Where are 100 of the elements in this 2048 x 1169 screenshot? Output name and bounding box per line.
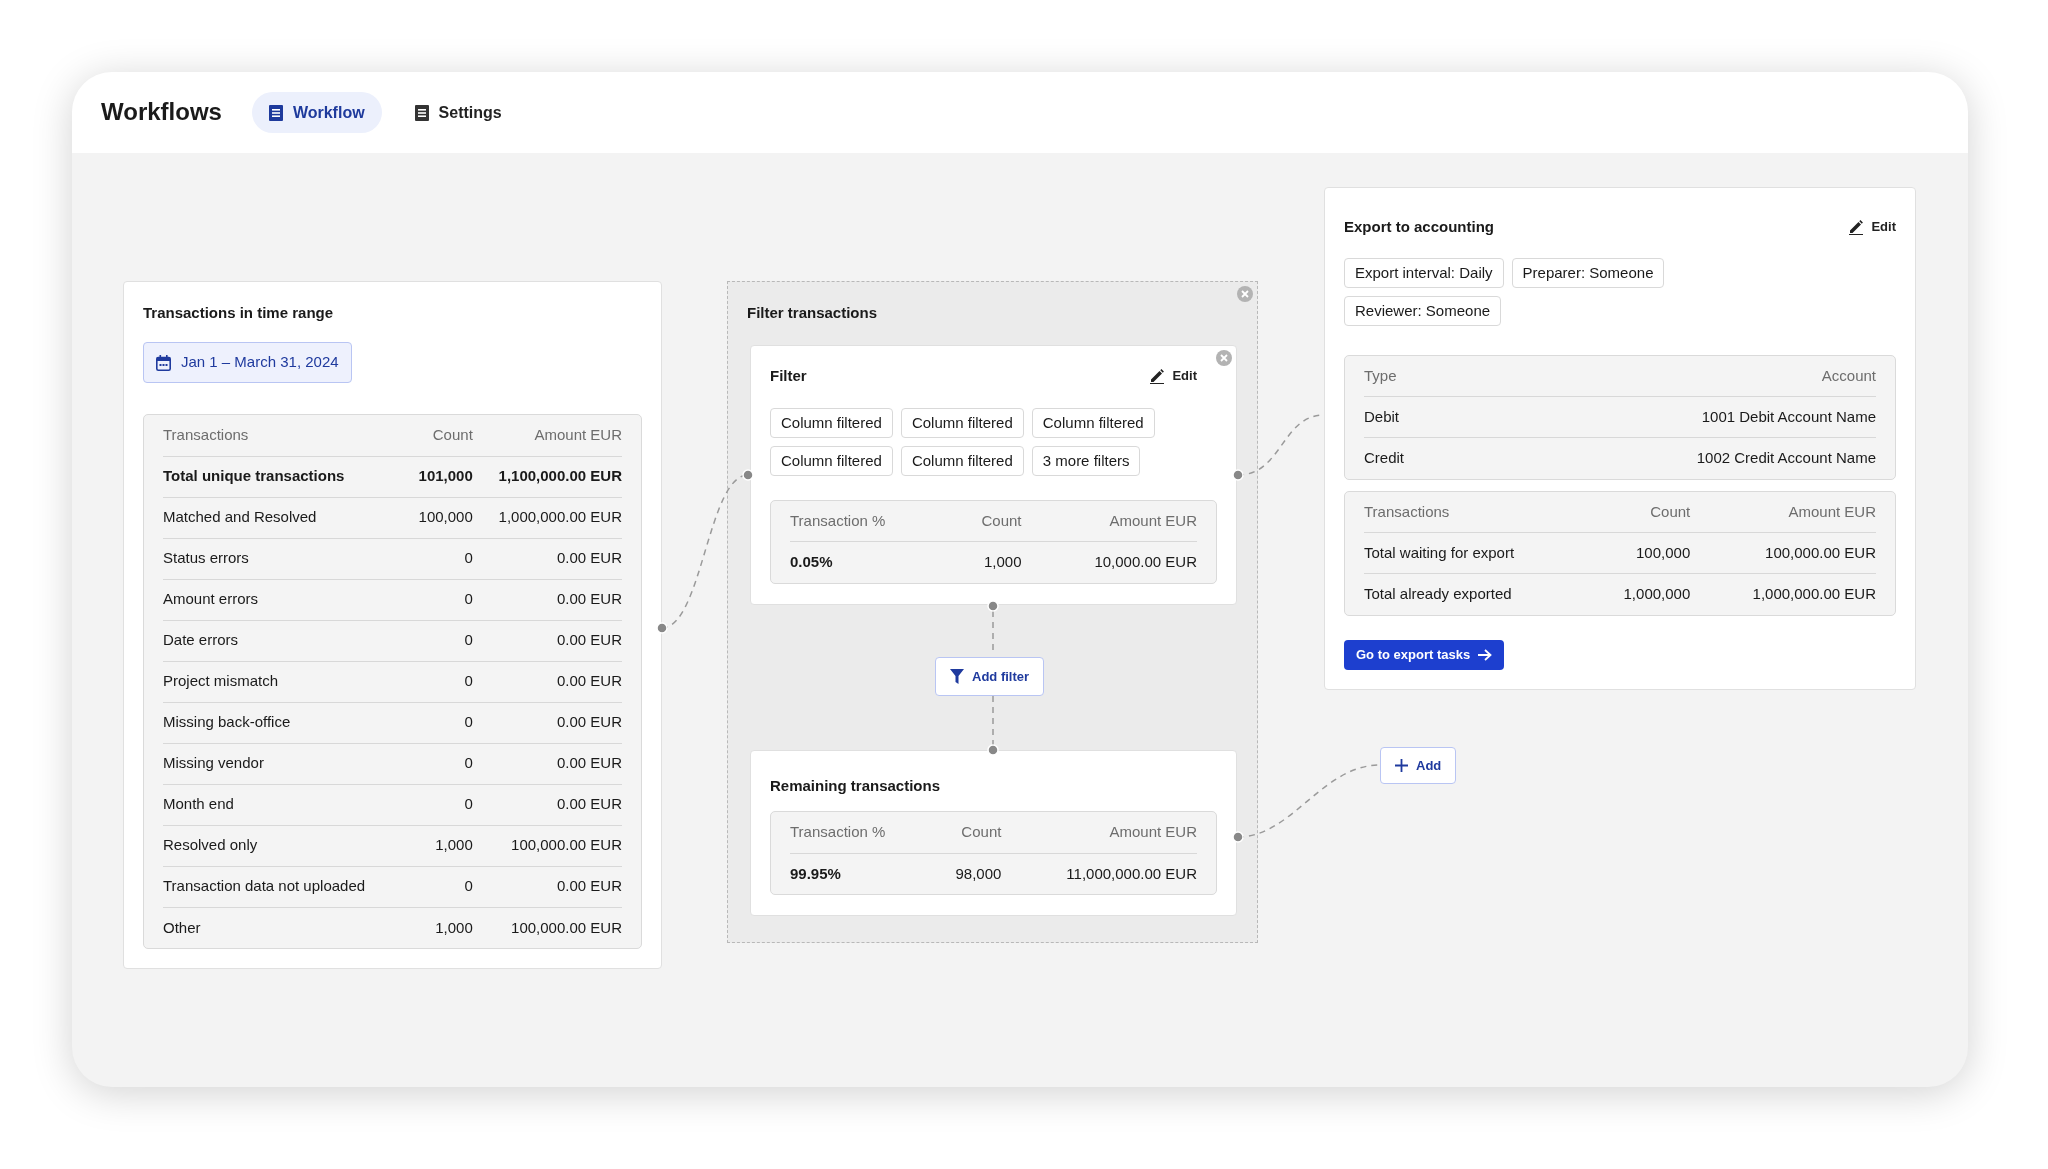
table-cell: 1,000 (953, 541, 1022, 583)
document-icon (268, 104, 283, 121)
table-cell: Missing back-office (163, 702, 408, 743)
card-title: Remaining transactions (770, 777, 942, 795)
table-cell: 0.00 EUR (472, 661, 622, 702)
table-cell: Debit (1364, 396, 1458, 438)
table-cell: 0 (407, 538, 473, 579)
table-cell: Matched and Resolved (163, 497, 408, 538)
table-cell: Status errors (163, 538, 408, 579)
pencil-icon (1848, 218, 1865, 235)
table-cell: 100,000.00 EUR (1690, 532, 1876, 574)
export-tasks-button[interactable]: Go to export tasks (1344, 639, 1505, 670)
table-cell: Month end (163, 784, 408, 825)
table-cell: Amount errors (163, 579, 408, 620)
table-cell: Transaction data not uploaded (163, 866, 408, 907)
filter-tag: Column filtered (770, 407, 893, 438)
filter-tag: Column filtered (900, 445, 1024, 476)
table-cell: 1001 Debit Account Name (1457, 396, 1876, 438)
filter-tag: Preparer: Someone (1511, 257, 1665, 288)
column-header: Count (953, 500, 1022, 542)
close-icon[interactable] (1237, 286, 1253, 302)
table-cell: Total waiting for export (1364, 532, 1590, 574)
card-title: Export to accounting (1344, 217, 1494, 236)
calendar-icon (156, 354, 171, 371)
table-cell: 0 (407, 784, 473, 825)
column-header: Count (407, 415, 473, 456)
table-cell: 0.00 EUR (472, 620, 622, 661)
table-cell: 100,000.00 EUR (472, 825, 622, 866)
table-cell: 0.00 EUR (472, 743, 622, 784)
table-cell: 0 (407, 661, 473, 702)
tab[interactable]: Workflow (251, 92, 382, 133)
table-cell: 0.00 EUR (472, 784, 622, 825)
filter-tag: 3 more filters (1031, 445, 1141, 476)
filter-tag: Export interval: Daily (1344, 257, 1504, 288)
pencil-icon (1149, 367, 1166, 384)
table-cell: 1,000 (407, 825, 473, 866)
table-cell: 1,000,000 (1589, 573, 1691, 615)
column-header: Transaction % (790, 812, 933, 853)
table-cell: 0.00 EUR (472, 579, 622, 620)
add-button[interactable]: Add (1380, 747, 1457, 784)
add-filter-button[interactable]: Add filter (935, 657, 1045, 696)
column-header: Transactions (163, 415, 408, 456)
close-icon[interactable] (1216, 350, 1232, 366)
column-header: Type (1364, 355, 1458, 397)
table-cell: Credit (1364, 437, 1458, 479)
group-title: Filter transactions (747, 304, 878, 322)
column-header: Amount EUR (472, 415, 622, 456)
column-header: Amount EUR (1001, 812, 1197, 853)
filter-tag: Column filtered (770, 445, 893, 476)
table-cell: 1,000,000.00 EUR (472, 497, 622, 538)
table-cell: 1002 Credit Account Name (1457, 437, 1876, 479)
filter-tag: Reviewer: Someone (1344, 295, 1502, 326)
table-cell: 98,000 (932, 853, 1002, 894)
table-cell: 1,000,000.00 EUR (1690, 573, 1876, 615)
table-cell: 100,000.00 EUR (472, 907, 622, 948)
card-title: Filter (770, 366, 807, 385)
table-cell: 0 (407, 579, 473, 620)
date-range-button[interactable]: Jan 1 – March 31, 2024 (143, 342, 352, 383)
document-icon (414, 104, 429, 121)
connector-line (992, 695, 994, 746)
column-header: Amount EUR (1021, 500, 1197, 542)
table-cell: Date errors (163, 620, 408, 661)
table-cell: 1,000 (407, 907, 473, 948)
edit-button[interactable]: Edit (1149, 366, 1197, 386)
table-cell: Other (163, 907, 408, 948)
edit-button[interactable]: Edit (1848, 217, 1896, 237)
table-cell: 0.00 EUR (472, 702, 622, 743)
table-cell: 11,000,000.00 EUR (1001, 853, 1197, 894)
table-cell: 100,000 (1589, 532, 1691, 574)
table-cell: 0 (407, 866, 473, 907)
column-header: Transactions (1364, 491, 1590, 533)
funnel-icon (950, 669, 964, 684)
table-cell: 0.00 EUR (472, 538, 622, 579)
filter-tag: Column filtered (900, 407, 1024, 438)
column-header: Count (1589, 491, 1691, 533)
filter-tag: Column filtered (1031, 407, 1155, 438)
table-cell: 100,000 (407, 497, 473, 538)
table-cell: Total already exported (1364, 573, 1590, 615)
table-cell: 0 (407, 702, 473, 743)
table-cell: Resolved only (163, 825, 408, 866)
table-cell: 101,000 (407, 456, 473, 497)
page-title: Workflows (101, 98, 222, 127)
table-cell: Project mismatch (163, 661, 408, 702)
card-title: Transactions in time range (143, 304, 335, 322)
table-cell: Total unique transactions (163, 456, 408, 497)
column-header: Account (1457, 355, 1876, 397)
table-cell: 10,000.00 EUR (1021, 541, 1197, 583)
table-cell: 1,100,000.00 EUR (472, 456, 622, 497)
table-cell: 0 (407, 620, 473, 661)
table-cell: 0.00 EUR (472, 866, 622, 907)
column-header: Amount EUR (1690, 491, 1876, 533)
table-cell: Missing vendor (163, 743, 408, 784)
table-cell: 0 (407, 743, 473, 784)
column-header: Count (932, 812, 1002, 853)
arrow-right-icon (1478, 648, 1493, 661)
column-header: Transaction % (790, 500, 954, 542)
plus-icon (1395, 759, 1408, 772)
table-cell: 99.95% (790, 853, 933, 894)
table-cell: 0.05% (790, 541, 954, 583)
tab[interactable]: Settings (397, 92, 519, 133)
